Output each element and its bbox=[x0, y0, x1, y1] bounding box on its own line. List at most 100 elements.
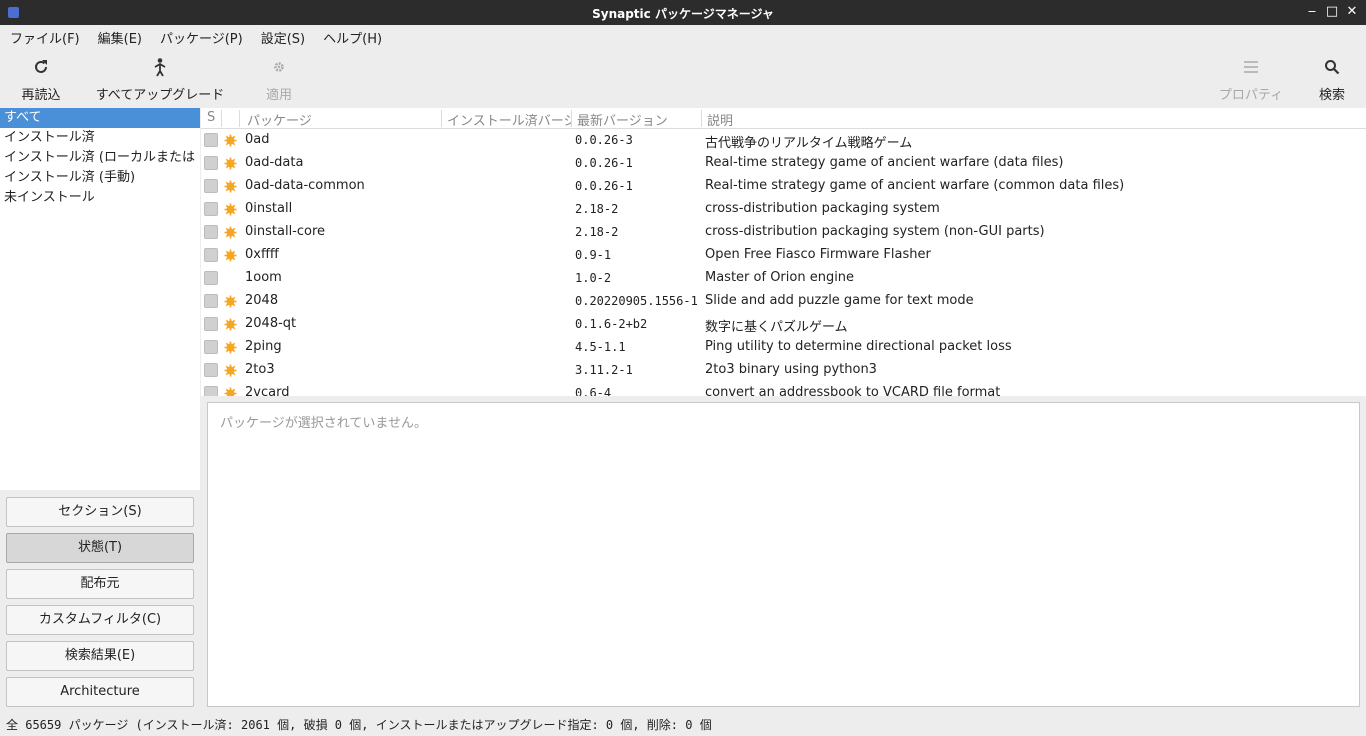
package-description: 古代戦争のリアルタイム戦略ゲーム bbox=[705, 136, 913, 151]
apply-label: 適用 bbox=[265, 88, 292, 103]
apply-button[interactable]: 適用 bbox=[258, 55, 300, 103]
package-name: 0ad bbox=[245, 132, 270, 147]
package-description: cross-distribution packaging system bbox=[705, 201, 940, 216]
supported-badge-icon bbox=[224, 157, 237, 170]
package-status-checkbox[interactable] bbox=[204, 271, 218, 285]
column-header-latest-version[interactable]: 最新バージョン bbox=[577, 110, 697, 129]
window-title: Synaptic パッケージマネージャ bbox=[592, 7, 774, 21]
package-status-checkbox[interactable] bbox=[204, 340, 218, 354]
package-description: cross-distribution packaging system (non… bbox=[705, 224, 1045, 239]
supported-badge-icon bbox=[224, 341, 237, 354]
supported-badge-icon bbox=[224, 134, 237, 147]
table-row[interactable]: 2048-qt 0.1.6-2+b2 数字に基くパズルゲーム bbox=[201, 313, 1366, 336]
search-label: 検索 bbox=[1318, 88, 1345, 103]
table-row[interactable]: 0ad 0.0.26-3 古代戦争のリアルタイム戦略ゲーム bbox=[201, 129, 1366, 152]
table-row[interactable]: 0ad-data-common 0.0.26-1 Real-time strateg… bbox=[201, 175, 1366, 198]
package-description: 数字に基くパズルゲーム bbox=[705, 320, 848, 335]
custom-filters-button[interactable]: カスタムフィルタ(C) bbox=[6, 605, 194, 635]
supported-badge-icon bbox=[224, 318, 237, 331]
minimize-button[interactable]: ‒ bbox=[1304, 3, 1320, 21]
package-name: 0install-core bbox=[245, 224, 326, 239]
package-latest-version: 3.11.2-1 bbox=[575, 363, 633, 377]
package-status-checkbox[interactable] bbox=[204, 317, 218, 331]
package-status-checkbox[interactable] bbox=[204, 179, 218, 193]
table-row[interactable]: 2ping 4.5-1.1 Ping utility to determine di… bbox=[201, 336, 1366, 359]
package-status-checkbox[interactable] bbox=[204, 133, 218, 147]
reload-label: 再読込 bbox=[21, 88, 61, 103]
package-description: Ping utility to determine directional pa… bbox=[705, 339, 1012, 354]
package-description: Master of Orion engine bbox=[705, 270, 855, 285]
table-row[interactable]: 0install 2.18-2 cross-distribution packagi… bbox=[201, 198, 1366, 221]
supported-badge-icon bbox=[224, 295, 237, 308]
architecture-button[interactable]: Architecture bbox=[6, 677, 194, 707]
menu-file[interactable]: ファイル(F) bbox=[4, 28, 86, 47]
table-row[interactable]: 0xffff 0.9-1 Open Free Fiasco Firmware Fla… bbox=[201, 244, 1366, 267]
search-button[interactable]: 検索 bbox=[1314, 55, 1350, 103]
package-latest-version: 2.18-2 bbox=[575, 225, 619, 239]
package-name: 0xffff bbox=[245, 247, 279, 262]
package-list: S パッケージ インストール済バージ 最新バージョン 説明 0ad 0.0.26-… bbox=[201, 108, 1366, 396]
properties-label: プロパティ bbox=[1218, 88, 1284, 103]
package-latest-version: 0.9-1 bbox=[575, 248, 612, 262]
package-latest-version: 0.0.26-1 bbox=[575, 156, 633, 170]
filter-item-installed-manual[interactable]: インストール済 (手動) bbox=[0, 168, 200, 188]
column-header-package[interactable]: パッケージ bbox=[247, 110, 437, 129]
reload-button[interactable]: 再読込 bbox=[18, 55, 64, 103]
supported-badge-icon bbox=[224, 203, 237, 216]
table-row[interactable]: 2048 0.20220905.1556-1 Slide and add puzzl… bbox=[201, 290, 1366, 313]
properties-button[interactable]: プロパティ bbox=[1216, 55, 1286, 103]
supported-badge-icon bbox=[224, 249, 237, 262]
close-button[interactable]: ✕ bbox=[1344, 3, 1360, 21]
package-status-checkbox[interactable] bbox=[204, 156, 218, 170]
column-header-installed-version[interactable]: インストール済バージ bbox=[447, 110, 571, 129]
package-status-checkbox[interactable] bbox=[204, 202, 218, 216]
filter-item-installed-local[interactable]: インストール済 (ローカルまたは bbox=[0, 148, 200, 168]
upgrade-person-icon bbox=[93, 55, 227, 79]
origin-button[interactable]: 配布元 bbox=[6, 569, 194, 599]
filter-item-installed[interactable]: インストール済 bbox=[0, 128, 200, 148]
package-name: 2048 bbox=[245, 293, 279, 308]
supported-badge-icon bbox=[224, 226, 237, 239]
menu-bar: ファイル(F) 編集(E) パッケージ(P) 設定(S) ヘルプ(H) bbox=[0, 25, 1366, 49]
reload-icon bbox=[18, 55, 64, 79]
toolbar: 再読込 すべてアップグレード 適用 プロパティ 検索 bbox=[0, 49, 1366, 107]
column-header-status[interactable]: S bbox=[207, 110, 221, 125]
status-bar: 全 65659 パッケージ (インストール済: 2061 個, 破損 0 個, … bbox=[0, 714, 1366, 736]
package-status-checkbox[interactable] bbox=[204, 386, 218, 396]
list-icon bbox=[1216, 55, 1286, 79]
mark-all-upgrades-label: すべてアップグレード bbox=[95, 88, 225, 103]
table-row[interactable]: 2to3 3.11.2-1 2to3 binary using python3 bbox=[201, 359, 1366, 382]
package-status-checkbox[interactable] bbox=[204, 294, 218, 308]
package-status-checkbox[interactable] bbox=[204, 363, 218, 377]
filter-item-all[interactable]: すべて bbox=[0, 108, 200, 128]
title-bar: Synaptic パッケージマネージャ ‒ □ ✕ bbox=[0, 0, 1366, 25]
menu-settings[interactable]: 設定(S) bbox=[255, 28, 311, 47]
menu-help[interactable]: ヘルプ(H) bbox=[317, 28, 388, 47]
column-header-description[interactable]: 説明 bbox=[707, 110, 907, 129]
package-status-checkbox[interactable] bbox=[204, 225, 218, 239]
maximize-button[interactable]: □ bbox=[1324, 3, 1340, 21]
menu-edit[interactable]: 編集(E) bbox=[92, 28, 148, 47]
package-latest-version: 0.1.6-2+b2 bbox=[575, 317, 648, 331]
package-name: 0ad-data-common bbox=[245, 178, 365, 193]
package-name: 2to3 bbox=[245, 362, 275, 377]
search-results-button[interactable]: 検索結果(E) bbox=[6, 641, 194, 671]
sections-button[interactable]: セクション(S) bbox=[6, 497, 194, 527]
no-package-selected-text: パッケージが選択されていません。 bbox=[220, 416, 427, 431]
table-header: S パッケージ インストール済バージ 最新バージョン 説明 bbox=[201, 108, 1366, 129]
package-name: 2048-qt bbox=[245, 316, 297, 331]
package-latest-version: 0.6-4 bbox=[575, 386, 612, 396]
menu-package[interactable]: パッケージ(P) bbox=[154, 28, 249, 47]
table-row[interactable]: 1oom 1.0-2 Master of Orion engine bbox=[201, 267, 1366, 290]
status-button[interactable]: 状態(T) bbox=[6, 533, 194, 563]
package-description: Open Free Fiasco Firmware Flasher bbox=[705, 247, 931, 262]
mark-all-upgrades-button[interactable]: すべてアップグレード bbox=[93, 55, 227, 103]
filter-item-not-installed[interactable]: 未インストール bbox=[0, 188, 200, 208]
table-row[interactable]: 0ad-data 0.0.26-1 Real-time strategy game … bbox=[201, 152, 1366, 175]
search-icon bbox=[1314, 55, 1350, 79]
table-row[interactable]: 0install-core 2.18-2 cross-distribution pa… bbox=[201, 221, 1366, 244]
package-latest-version: 2.18-2 bbox=[575, 202, 619, 216]
table-row[interactable]: 2vcard 0.6-4 convert an addressbook to VCA… bbox=[201, 382, 1366, 396]
package-status-checkbox[interactable] bbox=[204, 248, 218, 262]
package-description: 2to3 binary using python3 bbox=[705, 362, 877, 377]
